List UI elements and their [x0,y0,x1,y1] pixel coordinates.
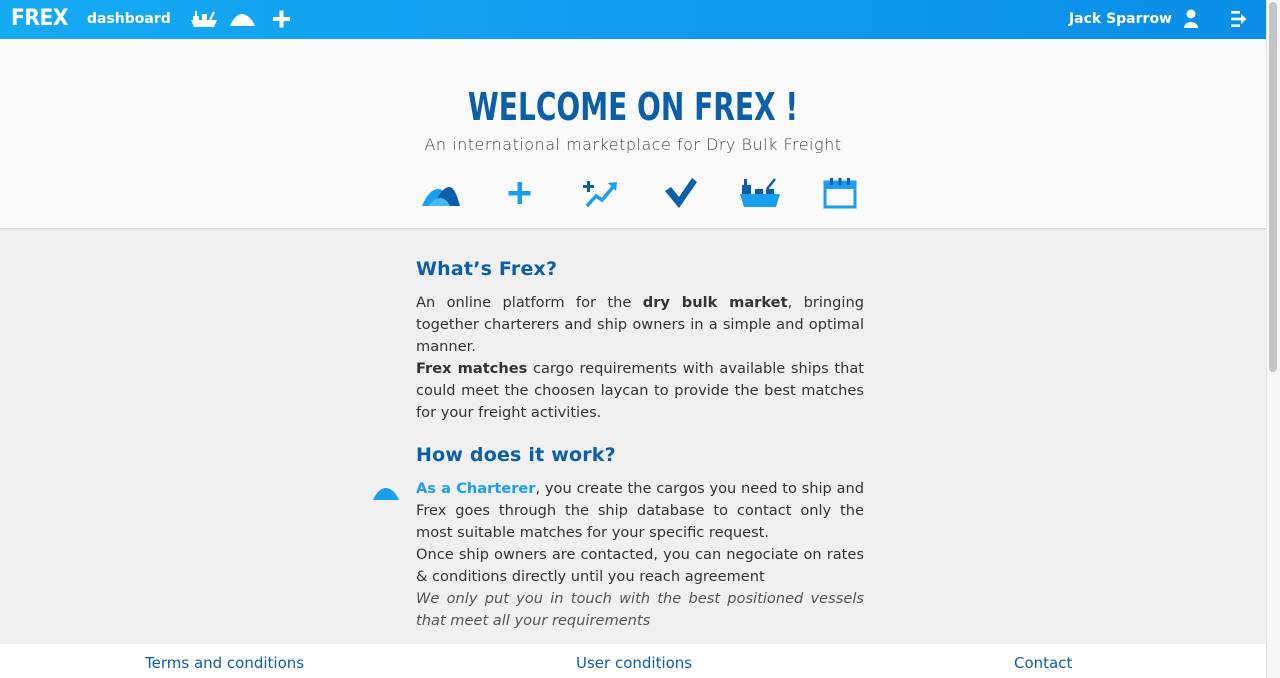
user-icon[interactable] [1184,9,1198,29]
section-heading-whats-frex: What’s Frex? [416,258,558,280]
section-heading-how-it-works: How does it work? [416,444,616,466]
main-content: What’s Frex? An online platform for the … [416,258,864,632]
trend-up-icon[interactable] [581,177,621,209]
whats-frex-paragraph: An online platform for the dry bulk mark… [416,292,864,424]
top-navbar: FREX dashboard Jack Sparrow [0,0,1266,39]
plus-icon[interactable] [272,9,291,29]
scrollbar-thumb[interactable] [1269,2,1277,372]
bold-text: dry bulk market [642,294,788,311]
user-conditions-link[interactable]: User conditions [576,654,692,672]
brand-logo[interactable]: FREX [11,6,68,31]
text: An online platform for the [416,294,643,311]
ship-icon[interactable] [190,9,218,29]
footer: Terms and conditions User conditions Con… [0,644,1266,678]
plus-icon[interactable] [500,177,540,209]
how-it-works-paragraph: As a Charterer, you create the cargos yo… [416,478,864,632]
logout-icon[interactable] [1230,9,1247,29]
hero-section: WELCOME ON FREX ! An international marke… [0,39,1266,229]
bold-text: Frex matches [416,360,528,377]
terms-link[interactable]: Terms and conditions [145,654,304,672]
page-title: WELCOME ON FREX ! [467,85,799,129]
calendar-icon[interactable] [820,177,860,209]
user-name[interactable]: Jack Sparrow [1069,11,1172,27]
italic-note: We only put you in touch with the best p… [416,590,864,629]
charterer-link[interactable]: As a Charterer [416,480,536,497]
cargo-pile-icon[interactable] [420,177,460,209]
contact-link[interactable]: Contact [1014,654,1072,672]
nav-dashboard-link[interactable]: dashboard [87,11,171,27]
checkmark-icon[interactable] [660,177,700,209]
page-subtitle: An international marketplace for Dry Bul… [424,135,842,154]
cargo-pile-icon[interactable] [229,9,256,29]
text: Once ship owners are contacted, you can … [416,546,864,585]
cargo-pile-icon [373,488,399,500]
ship-icon[interactable] [740,177,780,209]
